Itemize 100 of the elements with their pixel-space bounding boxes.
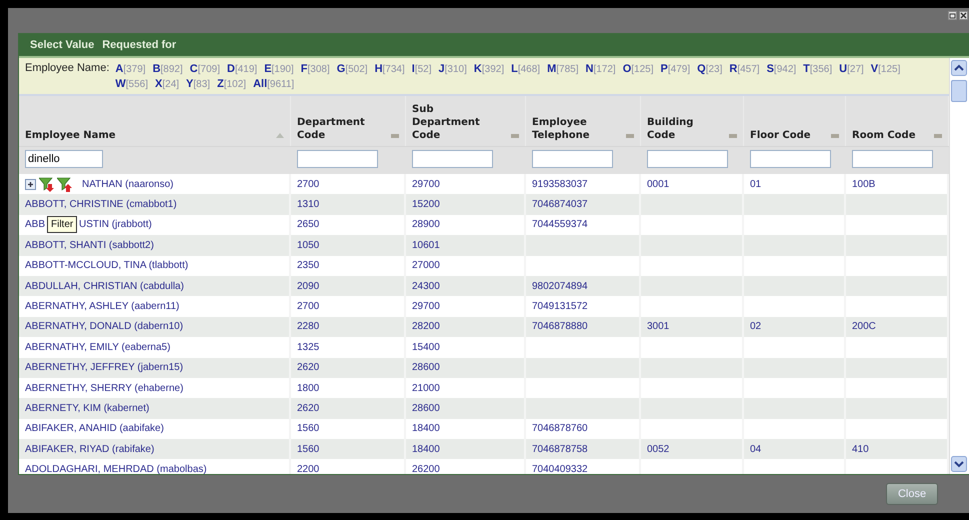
letter-count: [52] (414, 64, 432, 75)
telephone: 7046878880 (532, 321, 588, 332)
filter-down-icon[interactable] (39, 176, 54, 192)
letter-count: [308] (308, 64, 330, 75)
filter-field[interactable] (297, 150, 378, 168)
letter-count: [83] (193, 79, 210, 90)
column-title: Sub Department Code (412, 103, 481, 142)
letter-count: [379] (123, 64, 146, 75)
department-code: 2350 (297, 260, 320, 272)
filter-field[interactable] (852, 150, 933, 168)
employee-name[interactable]: ABIFAKER, ANAHID (aabifake) (25, 423, 164, 434)
letter-link[interactable]: D (226, 63, 235, 75)
close-icon[interactable] (959, 11, 968, 20)
letter-link[interactable]: W (115, 78, 126, 90)
employee-name[interactable]: NATHAN (naaronso) (82, 178, 174, 190)
employee-name[interactable]: ABBOTT, CHRISTINE (cmabbot1) (25, 199, 177, 210)
employee-name[interactable]: ABERNETHY, SHERRY (ehaberne) (25, 382, 184, 394)
letter-link[interactable]: T (803, 63, 810, 75)
letter-link[interactable]: P (660, 63, 668, 75)
department-code: 2200 (297, 464, 320, 474)
sub-department-code: 21000 (412, 382, 440, 394)
letter-count: [23] (706, 64, 722, 75)
employee-name[interactable]: USTIN (jrabbott) (79, 219, 152, 230)
filter-up-icon[interactable] (57, 176, 72, 192)
filter-field[interactable] (532, 150, 613, 168)
column-title: Employee Telephone (532, 116, 591, 142)
letter-count: [502] (345, 64, 368, 75)
filter-field[interactable] (750, 150, 831, 168)
letter-link[interactable]: G (336, 63, 346, 75)
letter-count: [125] (878, 64, 900, 75)
employee-name[interactable]: ABERNATHY, EMILY (eaberna5) (25, 342, 170, 353)
letter-link[interactable]: I (412, 63, 415, 75)
department-code: 2700 (297, 301, 320, 312)
letter-link[interactable]: Y (186, 78, 194, 90)
letter-count: [190] (272, 64, 294, 75)
dialog-subtitle: Requested for (102, 39, 176, 51)
filter-field[interactable]: dinello (25, 150, 103, 168)
letter-link[interactable]: Q (697, 63, 706, 75)
building-code: 0052 (647, 444, 670, 455)
department-code: 2700 (297, 178, 320, 190)
letter-link[interactable]: K (474, 63, 482, 75)
letter-link[interactable]: O (622, 63, 632, 75)
letter-link[interactable]: H (374, 63, 383, 75)
letter-link[interactable]: All (253, 78, 268, 90)
dialog-title: Select Value (30, 39, 94, 51)
letter-link[interactable]: V (870, 63, 878, 75)
letter-link[interactable]: L (511, 63, 518, 75)
filter-field[interactable] (647, 150, 728, 168)
expand-icon[interactable] (25, 178, 36, 190)
employee-name[interactable]: ABIFAKER, RIYAD (rabifake) (25, 444, 154, 455)
sub-department-code: 18400 (412, 444, 440, 455)
employee-name[interactable]: ABERNETHY, JEFFREY (jabern15) (25, 362, 184, 374)
sub-department-code: 29700 (412, 178, 440, 190)
employee-name[interactable]: ABBOTT-MCCLOUD, TINA (tlabbott) (25, 260, 188, 272)
letter-count: [892] (160, 64, 183, 75)
sub-department-code: 15400 (412, 342, 440, 353)
telephone: 9193583037 (532, 178, 588, 190)
scrollbar[interactable] (949, 58, 968, 474)
telephone: 9802074894 (532, 280, 588, 292)
floor-code: 04 (750, 444, 762, 455)
room-code: 410 (852, 444, 869, 455)
employee-name[interactable]: ADOLDAGHARI, MEHRDAD (mabolbas) (25, 464, 207, 474)
letter-link[interactable]: N (586, 63, 594, 75)
letter-count: [27] (847, 64, 864, 75)
letter-link[interactable]: A (115, 63, 124, 75)
letter-link[interactable]: J (438, 63, 445, 75)
employee-name[interactable]: ABERNATHY, ASHLEY (aabern11) (25, 301, 180, 312)
room-code: 200C (852, 321, 876, 332)
employee-name[interactable]: ABERNATHY, DONALD (dabern10) (25, 321, 184, 332)
sort-arrow-icon[interactable] (276, 132, 284, 139)
employee-name[interactable]: ABDULLAH, CHRISTIAN (cabdulla) (25, 280, 184, 292)
department-code: 1800 (297, 382, 320, 394)
telephone: 7044559374 (532, 219, 588, 230)
scroll-down-icon[interactable] (951, 456, 967, 472)
letter-count: [468] (518, 64, 540, 75)
scroll-up-icon[interactable] (951, 60, 967, 76)
filter-field[interactable] (412, 150, 493, 168)
sub-department-code: 28900 (412, 219, 440, 230)
sub-department-code: 29700 (412, 301, 440, 312)
room-code: 100B (852, 178, 876, 190)
letter-link[interactable]: C (190, 63, 198, 75)
letter-link[interactable]: F (300, 63, 308, 75)
letter-link[interactable]: U (839, 63, 848, 75)
letter-link[interactable]: R (729, 63, 738, 75)
letter-link[interactable]: M (547, 63, 556, 75)
scroll-thumb[interactable] (951, 80, 967, 102)
letter-count: [125] (631, 64, 654, 75)
column-title: Department Code (297, 116, 366, 142)
letter-link[interactable]: Z (217, 78, 224, 90)
employee-name[interactable]: ABB (25, 219, 46, 230)
column-title: Floor Code (750, 129, 811, 142)
column-title: Room Code (852, 129, 916, 142)
letter-link[interactable]: X (155, 78, 162, 90)
letter-link[interactable]: B (152, 63, 161, 75)
letter-link[interactable]: E (264, 63, 272, 75)
restore-icon[interactable] (948, 11, 957, 20)
employee-name[interactable]: ABERNETY, KIM (kabernet) (25, 402, 150, 414)
letter-link[interactable]: S (766, 63, 774, 75)
employee-name[interactable]: ABBOTT, SHANTI (sabbott2) (25, 240, 154, 251)
letter-count: [356] (810, 64, 832, 75)
